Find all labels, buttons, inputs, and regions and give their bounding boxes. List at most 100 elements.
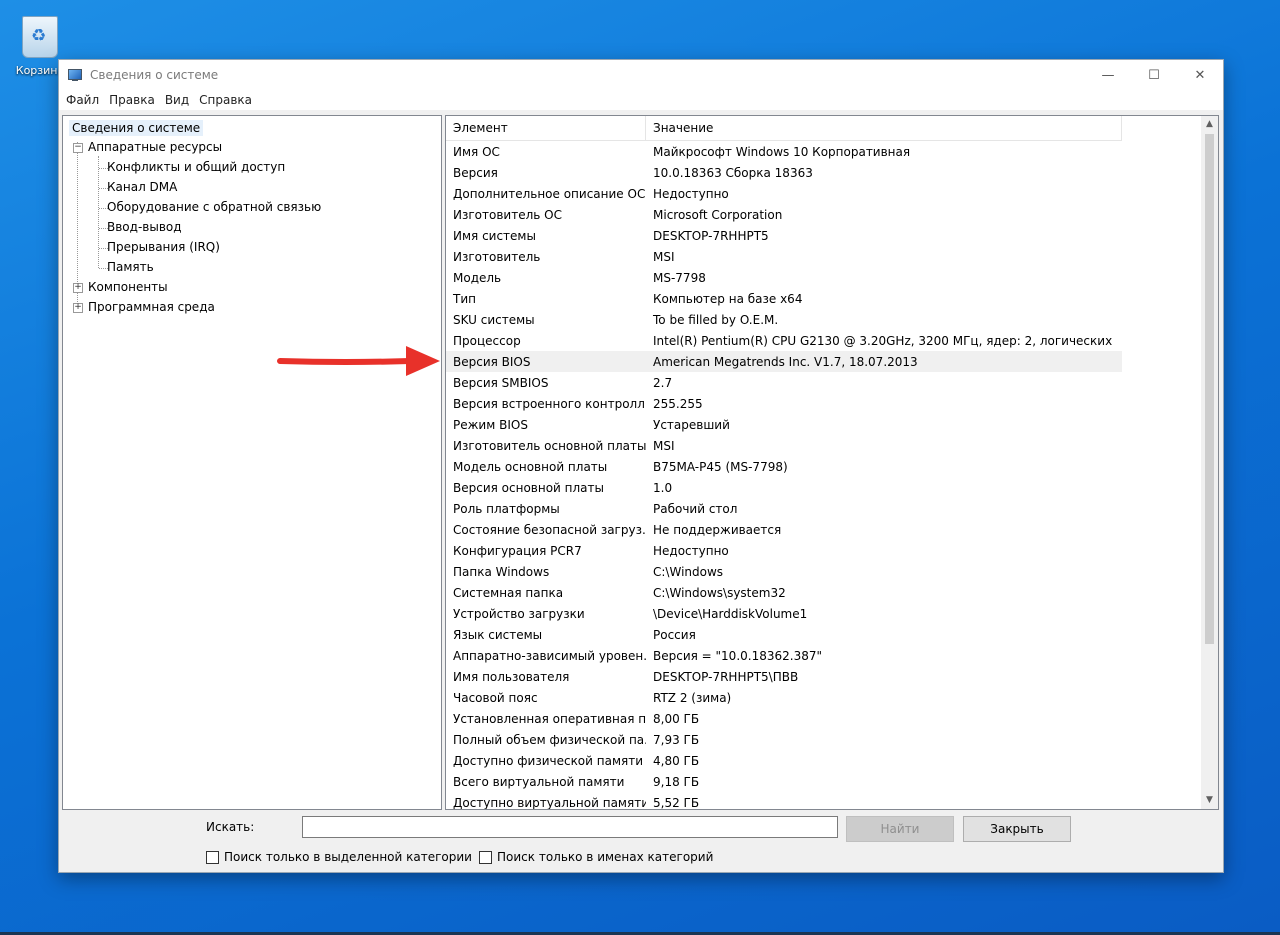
search-selected-category-option[interactable]: Поиск только в выделенной категории bbox=[206, 850, 472, 864]
row-item-name: Имя системы bbox=[453, 228, 536, 243]
tree-item-software-environment[interactable]: Программная среда bbox=[88, 300, 215, 314]
menu-view[interactable]: Вид bbox=[162, 93, 196, 107]
menu-help[interactable]: Справка bbox=[196, 93, 259, 107]
tree-item-forced-hardware[interactable]: Оборудование с обратной связью bbox=[107, 200, 321, 214]
row-item-name: Версия BIOS bbox=[453, 354, 531, 369]
row-item-name: Состояние безопасной загруз... bbox=[453, 522, 646, 537]
column-header-value[interactable]: Значение bbox=[646, 116, 1122, 140]
row-item-value: 8,00 ГБ bbox=[653, 711, 700, 726]
scroll-thumb[interactable] bbox=[1205, 134, 1214, 644]
tree-item-components[interactable]: Компоненты bbox=[88, 280, 168, 294]
row-item-value: Рабочий стол bbox=[653, 501, 738, 516]
table-row[interactable]: Процессор Intel(R) Pentium(R) CPU G2130 @… bbox=[446, 330, 1200, 351]
category-tree[interactable]: Сведения о системе − Аппаратные ресурсы … bbox=[62, 115, 442, 810]
scroll-up-icon[interactable]: ▲ bbox=[1201, 116, 1218, 133]
row-item-value: American Megatrends Inc. V1.7, 18.07.201… bbox=[653, 354, 918, 369]
tree-item-memory[interactable]: Память bbox=[107, 260, 154, 274]
checkbox-label: Поиск только в выделенной категории bbox=[224, 850, 472, 864]
checkbox[interactable] bbox=[206, 850, 219, 864]
vertical-scrollbar[interactable]: ▲ ▼ bbox=[1201, 116, 1218, 809]
row-item-name: Устройство загрузки bbox=[453, 606, 585, 621]
row-item-value: Microsoft Corporation bbox=[653, 207, 783, 222]
table-row[interactable]: Версия встроенного контролл... 255.255 bbox=[446, 393, 1200, 414]
row-item-name: Изготовитель ОС bbox=[453, 207, 562, 222]
row-item-name: Дополнительное описание ОС bbox=[453, 186, 646, 201]
table-row[interactable]: Модель MS-7798 bbox=[446, 267, 1200, 288]
expand-icon[interactable]: + bbox=[73, 283, 83, 293]
title-bar[interactable]: Сведения о системе — ☐ ✕ bbox=[59, 60, 1223, 90]
row-item-name: Изготовитель основной платы bbox=[453, 438, 646, 453]
table-row[interactable]: Версия SMBIOS 2.7 bbox=[446, 372, 1200, 393]
row-item-name: Версия bbox=[453, 165, 498, 180]
table-row[interactable]: Устройство загрузки \Device\HarddiskVolum… bbox=[446, 603, 1200, 624]
row-item-value: 10.0.18363 Сборка 18363 bbox=[653, 165, 813, 180]
tree-item-hardware-resources[interactable]: Аппаратные ресурсы bbox=[88, 140, 222, 154]
row-item-value: DESKTOP-7RHHPT5 bbox=[653, 228, 769, 243]
table-row[interactable]: Роль платформы Рабочий стол bbox=[446, 498, 1200, 519]
table-row[interactable]: Дополнительное описание ОС Недоступно bbox=[446, 183, 1200, 204]
table-row[interactable]: Полный объем физической па... 7,93 ГБ bbox=[446, 729, 1200, 750]
row-item-value: Компьютер на базе x64 bbox=[653, 291, 803, 306]
expand-icon[interactable]: + bbox=[73, 303, 83, 313]
menu-edit[interactable]: Правка bbox=[106, 93, 162, 107]
row-item-name: Имя пользователя bbox=[453, 669, 570, 684]
row-item-name: SKU системы bbox=[453, 312, 535, 327]
maximize-button[interactable]: ☐ bbox=[1131, 60, 1177, 90]
table-row[interactable]: Всего виртуальной памяти 9,18 ГБ bbox=[446, 771, 1200, 792]
row-item-value: 5,52 ГБ bbox=[653, 795, 700, 810]
table-row[interactable]: Часовой пояс RTZ 2 (зима) bbox=[446, 687, 1200, 708]
table-row[interactable]: Язык системы Россия bbox=[446, 624, 1200, 645]
search-input[interactable] bbox=[302, 816, 838, 838]
row-item-value: DESKTOP-7RHHPT5\ПВВ bbox=[653, 669, 799, 684]
table-row[interactable]: Версия BIOS American Megatrends Inc. V1.7… bbox=[446, 351, 1122, 372]
table-row[interactable]: Тип Компьютер на базе x64 bbox=[446, 288, 1200, 309]
table-row[interactable]: Изготовитель MSI bbox=[446, 246, 1200, 267]
table-row[interactable]: Конфигурация PCR7 Недоступно bbox=[446, 540, 1200, 561]
tree-item-irq[interactable]: Прерывания (IRQ) bbox=[107, 240, 220, 254]
column-header-item[interactable]: Элемент bbox=[446, 116, 646, 140]
list-rows: Имя ОС Майкрософт Windows 10 Корпоративна… bbox=[446, 141, 1200, 810]
close-window-button[interactable]: ✕ bbox=[1177, 60, 1223, 90]
table-row[interactable]: SKU системы To be filled by O.E.M. bbox=[446, 309, 1200, 330]
table-row[interactable]: Изготовитель ОС Microsoft Corporation bbox=[446, 204, 1200, 225]
scroll-down-icon[interactable]: ▼ bbox=[1201, 792, 1218, 809]
table-row[interactable]: Доступно физической памяти 4,80 ГБ bbox=[446, 750, 1200, 771]
collapse-icon[interactable]: − bbox=[73, 143, 83, 153]
row-item-value: 2.7 bbox=[653, 375, 673, 390]
annotation-arrow bbox=[277, 346, 440, 376]
row-item-name: Установленная оперативная п... bbox=[453, 711, 646, 726]
search-category-names-option[interactable]: Поиск только в именах категорий bbox=[479, 850, 713, 864]
tree-item-dma[interactable]: Канал DMA bbox=[107, 180, 177, 194]
tree-item-conflicts[interactable]: Конфликты и общий доступ bbox=[107, 160, 285, 174]
checkbox[interactable] bbox=[479, 850, 492, 864]
tree-item-io[interactable]: Ввод-вывод bbox=[107, 220, 182, 234]
row-item-name: Режим BIOS bbox=[453, 417, 528, 432]
window-title: Сведения о системе bbox=[90, 68, 219, 82]
table-row[interactable]: Папка Windows C:\Windows bbox=[446, 561, 1200, 582]
details-list[interactable]: Элемент Значение Имя ОС Майкрософт Window… bbox=[445, 115, 1219, 810]
menu-file[interactable]: Файл bbox=[63, 93, 106, 107]
table-row[interactable]: Имя системы DESKTOP-7RHHPT5 bbox=[446, 225, 1200, 246]
table-row[interactable]: Имя пользователя DESKTOP-7RHHPT5\ПВВ bbox=[446, 666, 1200, 687]
table-row[interactable]: Аппаратно-зависимый уровен... Версия = "1… bbox=[446, 645, 1200, 666]
tree-item-system-summary[interactable]: Сведения о системе bbox=[69, 120, 204, 136]
row-item-value: 255.255 bbox=[653, 396, 703, 411]
table-row[interactable]: Установленная оперативная п... 8,00 ГБ bbox=[446, 708, 1200, 729]
table-row[interactable]: Доступно виртуальной памяти 5,52 ГБ bbox=[446, 792, 1200, 810]
table-row[interactable]: Изготовитель основной платы MSI bbox=[446, 435, 1200, 456]
table-row[interactable]: Состояние безопасной загруз... Не поддерж… bbox=[446, 519, 1200, 540]
row-item-name: Версия основной платы bbox=[453, 480, 604, 495]
minimize-button[interactable]: — bbox=[1085, 60, 1131, 90]
table-row[interactable]: Версия основной платы 1.0 bbox=[446, 477, 1200, 498]
table-row[interactable]: Режим BIOS Устаревший bbox=[446, 414, 1200, 435]
find-button[interactable]: Найти bbox=[846, 816, 954, 842]
row-item-value: 9,18 ГБ bbox=[653, 774, 700, 789]
row-item-name: Модель bbox=[453, 270, 502, 285]
close-button[interactable]: Закрыть bbox=[963, 816, 1071, 842]
table-row[interactable]: Версия 10.0.18363 Сборка 18363 bbox=[446, 162, 1200, 183]
table-row[interactable]: Системная папка C:\Windows\system32 bbox=[446, 582, 1200, 603]
table-row[interactable]: Имя ОС Майкрософт Windows 10 Корпоративна… bbox=[446, 141, 1200, 162]
row-item-value: Россия bbox=[653, 627, 696, 642]
table-row[interactable]: Модель основной платы B75MA-P45 (MS-7798) bbox=[446, 456, 1200, 477]
row-item-name: Системная папка bbox=[453, 585, 564, 600]
